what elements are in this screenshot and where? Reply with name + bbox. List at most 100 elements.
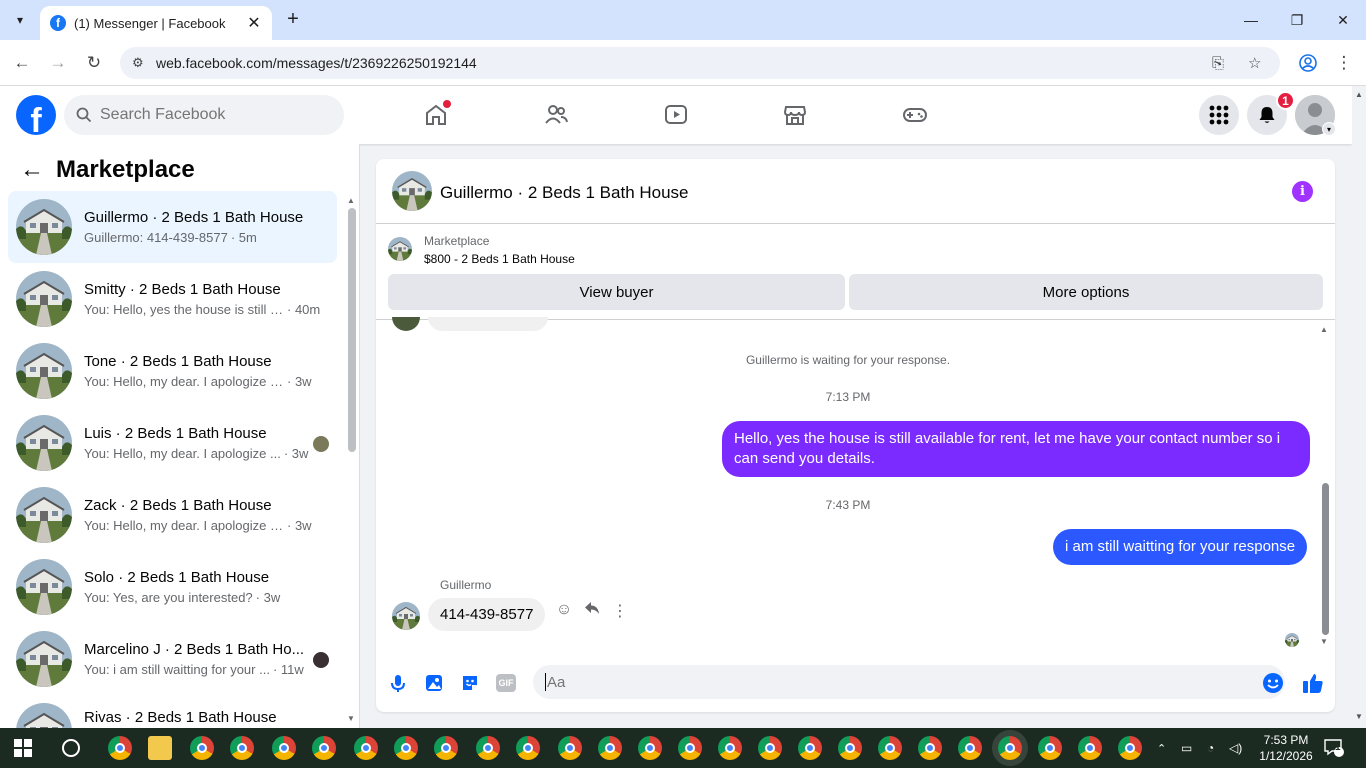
chrome-window-icon[interactable] (878, 736, 902, 760)
browser-menu-icon[interactable]: ⋮ (1332, 51, 1356, 75)
chrome-window-icon[interactable] (758, 736, 782, 760)
reply-icon[interactable] (582, 601, 602, 620)
facebook-logo-icon[interactable]: f (16, 95, 56, 135)
notifications-bell-icon[interactable]: 1 (1247, 91, 1295, 135)
chrome-window-icon[interactable] (354, 736, 378, 760)
conversation-item[interactable]: Solo · 2 Beds 1 Bath House You: Yes, are… (8, 551, 337, 623)
volume-icon[interactable]: ◁) (1229, 728, 1242, 768)
battery-icon[interactable]: ▭ (1181, 728, 1192, 768)
marketplace-icon[interactable] (780, 100, 810, 130)
restore-icon[interactable]: ❐ (1274, 0, 1320, 40)
chrome-window-icon[interactable] (190, 736, 214, 760)
minimize-icon[interactable]: — (1228, 0, 1274, 40)
friends-icon[interactable] (541, 100, 571, 130)
tab-close-icon[interactable]: ✕ (246, 13, 262, 33)
listing-title[interactable]: $800 - 2 Beds 1 Bath House (424, 252, 575, 266)
conversation-item[interactable]: Rivas · 2 Beds 1 Bath House (8, 695, 337, 728)
account-chevron-down-icon[interactable]: ▾ (1322, 122, 1336, 136)
chrome-window-icon[interactable] (108, 736, 132, 760)
page-scroll-up-icon[interactable]: ▲ (1355, 90, 1363, 99)
home-icon[interactable] (421, 100, 451, 130)
chrome-window-icon[interactable] (598, 736, 622, 760)
emoji-icon[interactable] (1261, 671, 1285, 695)
more-options-button[interactable]: More options (849, 274, 1323, 310)
conversation-item[interactable]: Luis · 2 Beds 1 Bath House You: Hello, m… (8, 407, 337, 479)
chrome-window-icon[interactable] (1118, 736, 1142, 760)
chat-scroll-up-icon[interactable]: ▲ (1320, 325, 1328, 334)
file-explorer-icon[interactable] (148, 736, 172, 760)
sidebar-scroll-up-icon[interactable]: ▲ (347, 196, 355, 205)
page-scrollbar[interactable]: ▲ ▼ (1352, 86, 1366, 728)
browser-tab-messenger[interactable]: f (1) Messenger | Facebook ✕ (40, 6, 272, 40)
chrome-window-icon[interactable] (272, 736, 296, 760)
message-input[interactable] (547, 673, 1247, 691)
chrome-window-icon[interactable] (516, 736, 540, 760)
window-close-icon[interactable]: ✕ (1320, 0, 1366, 40)
chat-scrollbar-thumb[interactable] (1322, 483, 1329, 635)
taskbar-clock[interactable]: 7:53 PM 1/12/2026 (1256, 732, 1316, 764)
conversation-item[interactable]: Zack · 2 Beds 1 Bath House You: Hello, m… (8, 479, 337, 551)
sender-avatar[interactable] (392, 602, 420, 630)
tab-search-chevron-icon[interactable]: ▾ (8, 8, 32, 32)
chrome-window-icon[interactable] (992, 730, 1028, 766)
sidebar-scrollbar-thumb[interactable] (348, 208, 356, 452)
photo-icon[interactable] (422, 671, 446, 695)
chrome-window-icon[interactable] (718, 736, 742, 760)
conversation-item[interactable]: Guillermo · 2 Beds 1 Bath House Guillerm… (8, 191, 337, 263)
action-center-icon[interactable]: 1 (1324, 728, 1344, 768)
chrome-window-icon[interactable] (312, 736, 336, 760)
windows-start-icon[interactable] (14, 739, 32, 757)
microphone-icon[interactable] (386, 671, 410, 695)
taskbar-search-icon[interactable] (62, 739, 80, 757)
outgoing-message[interactable]: i am still waitting for your response (1053, 529, 1308, 565)
chrome-window-icon[interactable] (958, 736, 982, 760)
chrome-window-icon[interactable] (434, 736, 458, 760)
tray-chevron-up-icon[interactable]: ⌃ (1157, 728, 1166, 768)
chrome-window-icon[interactable] (678, 736, 702, 760)
conversation-item[interactable]: Smitty · 2 Beds 1 Bath House You: Hello,… (8, 263, 337, 335)
info-icon[interactable]: i (1292, 181, 1313, 202)
profile-icon[interactable] (1296, 51, 1320, 75)
outgoing-message[interactable]: Hello, yes the house is still available … (722, 421, 1310, 477)
gif-icon[interactable]: GIF (494, 671, 518, 695)
page-scroll-down-icon[interactable]: ▼ (1355, 712, 1363, 721)
chat-listing-avatar[interactable] (392, 171, 432, 211)
chrome-window-icon[interactable] (476, 736, 500, 760)
chrome-window-icon[interactable] (558, 736, 582, 760)
gaming-icon[interactable] (900, 100, 930, 130)
reload-icon[interactable]: ↻ (82, 51, 106, 75)
like-thumbs-up-icon[interactable] (1301, 671, 1325, 695)
more-actions-icon[interactable]: ⋮ (610, 601, 630, 621)
chrome-window-icon[interactable] (638, 736, 662, 760)
incoming-message[interactable]: 414-439-8577 (428, 598, 546, 631)
facebook-search-box[interactable] (64, 95, 344, 135)
omnibox[interactable]: ⚙ web.facebook.com/messages/t/2369226250… (120, 47, 1280, 79)
video-icon[interactable] (661, 100, 691, 130)
chrome-window-icon[interactable] (394, 736, 418, 760)
bookmark-star-icon[interactable]: ☆ (1248, 47, 1261, 79)
chat-scroll-down-icon[interactable]: ▼ (1320, 637, 1328, 646)
chrome-window-icon[interactable] (918, 736, 942, 760)
search-input[interactable] (100, 106, 320, 124)
back-arrow-icon[interactable]: ← (10, 51, 34, 75)
url-text[interactable]: web.facebook.com/messages/t/236922625019… (156, 55, 477, 71)
forward-arrow-icon[interactable]: → (46, 51, 70, 75)
view-buyer-button[interactable]: View buyer (388, 274, 845, 310)
menu-grid-icon[interactable] (1199, 95, 1239, 135)
sidebar-scroll-down-icon[interactable]: ▼ (347, 714, 355, 723)
chrome-window-icon[interactable] (230, 736, 254, 760)
new-tab-plus-icon[interactable]: + (282, 8, 304, 30)
install-app-icon[interactable]: ⎘ (1212, 47, 1224, 79)
chrome-window-icon[interactable] (798, 736, 822, 760)
chat-title[interactable]: Guillermo · 2 Beds 1 Bath House (440, 183, 689, 203)
conversation-item[interactable]: Tone · 2 Beds 1 Bath House You: Hello, m… (8, 335, 337, 407)
sticker-icon[interactable] (458, 671, 482, 695)
chrome-window-icon[interactable] (838, 736, 862, 760)
site-settings-icon[interactable]: ⚙ (132, 55, 150, 71)
chrome-window-icon[interactable] (1078, 736, 1102, 760)
conversation-item[interactable]: Marcelino J · 2 Beds 1 Bath Ho... You: i… (8, 623, 337, 695)
react-smiley-icon[interactable]: ☺ (554, 601, 574, 619)
back-arrow-icon[interactable]: ← (20, 156, 48, 184)
chrome-window-icon[interactable] (1038, 736, 1062, 760)
message-input-box[interactable] (533, 665, 1285, 699)
